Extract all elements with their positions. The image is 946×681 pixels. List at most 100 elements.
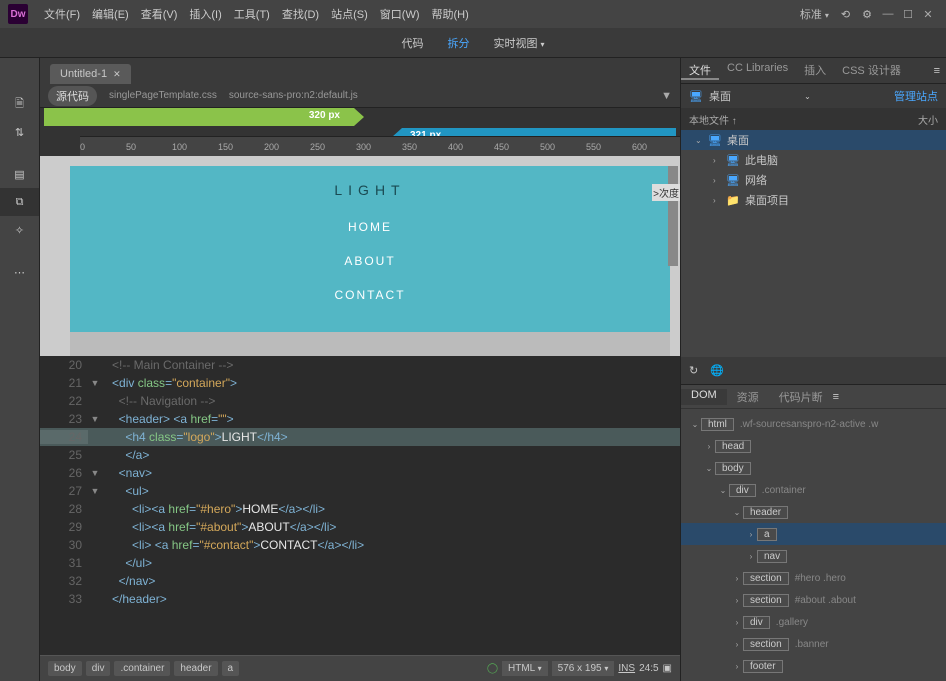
insert-mode[interactable]: INS [618, 663, 635, 674]
window-close-button[interactable]: ✕ [918, 8, 938, 21]
dom-row[interactable]: ›section#about .about [681, 589, 946, 611]
view-split-button[interactable]: 拆分 [435, 35, 481, 51]
window-minimize-button[interactable]: — [878, 8, 898, 20]
breadcrumb-item[interactable]: div [86, 661, 111, 676]
preview-nav-link: CONTACT [70, 278, 670, 312]
dom-row[interactable]: +›a [681, 523, 946, 545]
tool-inspect-icon[interactable]: ✧ [0, 216, 39, 244]
breadcrumb-item[interactable]: header [174, 661, 217, 676]
menu-item[interactable]: 编辑(E) [86, 9, 135, 21]
tool-manage-icon[interactable]: ⇅ [0, 118, 39, 146]
view-live-button[interactable]: 实时视图 ▾ [481, 35, 556, 51]
tool-expand-icon[interactable]: ▤ [0, 160, 39, 188]
dom-row[interactable]: ›section#hero .hero [681, 567, 946, 589]
dom-row[interactable]: ›div.gallery [681, 611, 946, 633]
menu-item[interactable]: 窗口(W) [374, 9, 426, 21]
code-line[interactable]: 25 </a> [40, 446, 680, 464]
dom-tab[interactable]: DOM [681, 389, 727, 405]
related-file[interactable]: singlePageTemplate.css [109, 90, 217, 101]
code-line[interactable]: 32 </nav> [40, 572, 680, 590]
media-query-segment-left[interactable]: 320 px [44, 108, 354, 126]
dom-row[interactable]: ⌄body [681, 457, 946, 479]
dom-panel-tabs: DOM资源代码片断 ≡ [681, 385, 946, 409]
tree-row[interactable]: ›📁桌面项目 [681, 190, 946, 210]
panel-menu-icon[interactable]: ≡ [833, 391, 839, 403]
panel-tab[interactable]: CC Libraries [719, 62, 796, 80]
viewbar: 代码 拆分 实时视图 ▾ [0, 28, 946, 58]
preview-scrollbar[interactable] [668, 166, 678, 266]
left-toolbar: 🗎 ⇅ ▤ ⧉ ✧ ⋯ [0, 58, 40, 681]
preview-icon[interactable]: ▣ [663, 663, 672, 674]
related-file[interactable]: source-sans-pro:n2:default.js [229, 90, 358, 101]
code-line[interactable]: 24 <h4 class="logo">LIGHT</h4> [40, 428, 680, 446]
dom-tab[interactable]: 代码片断 [769, 389, 833, 405]
code-line[interactable]: 21▼ <div class="container"> [40, 374, 680, 392]
files-panel-tabs: 文件CC Libraries插入CSS 设计器 ≡ [681, 58, 946, 84]
dom-row[interactable]: ⌄header [681, 501, 946, 523]
refresh-icon[interactable]: ↻ [689, 364, 698, 377]
menu-item[interactable]: 插入(I) [183, 9, 227, 21]
code-line[interactable]: 29 <li><a href="#about">ABOUT</a></li> [40, 518, 680, 536]
tab-label: Untitled-1 [60, 68, 107, 80]
code-line[interactable]: 27▼ <ul> [40, 482, 680, 500]
code-line[interactable]: 31 </ul> [40, 554, 680, 572]
code-line[interactable]: 28 <li><a href="#hero">HOME</a></li> [40, 500, 680, 518]
dom-row[interactable]: ›nav [681, 545, 946, 567]
menu-item[interactable]: 文件(F) [38, 9, 86, 21]
dom-row[interactable]: ›section.banner [681, 633, 946, 655]
code-line[interactable]: 22 <!-- Navigation --> [40, 392, 680, 410]
tool-file-icon[interactable]: 🗎 [0, 90, 39, 118]
workspace-selector[interactable]: 标准▾ [794, 6, 835, 22]
source-code-button[interactable]: 源代码 [48, 86, 97, 106]
tool-live-icon[interactable]: ⧉ [0, 188, 39, 216]
ruler-scale: 050100150200250300350400450500550600 [80, 136, 680, 156]
manage-sites-link[interactable]: 管理站点 [894, 88, 938, 104]
tree-row[interactable]: ›🖥网络 [681, 170, 946, 190]
breadcrumb-item[interactable]: body [48, 661, 82, 676]
tool-more-icon[interactable]: ⋯ [0, 258, 39, 286]
files-tree[interactable]: ⌄🖥桌面›🖥此电脑›🖥网络›📁桌面项目 [681, 130, 946, 210]
filter-icon[interactable]: ▼ [661, 90, 672, 102]
tree-row[interactable]: ⌄🖥桌面 [681, 130, 946, 150]
breadcrumb-item[interactable]: a [222, 661, 240, 676]
menu-item[interactable]: 查找(D) [276, 9, 325, 21]
window-maximize-button[interactable]: ☐ [898, 8, 918, 21]
panel-tab[interactable]: CSS 设计器 [834, 62, 909, 80]
dom-tab[interactable]: 资源 [727, 389, 769, 405]
related-files-bar: 源代码 singlePageTemplate.css source-sans-p… [40, 84, 680, 108]
panel-tab[interactable]: 插入 [796, 62, 834, 80]
close-icon[interactable]: ✕ [113, 69, 121, 80]
code-line[interactable]: 20 <!-- Main Container --> [40, 356, 680, 374]
preview-nav-link: HOME [70, 210, 670, 244]
viewport-size-selector[interactable]: 576 x 195 ▾ [552, 661, 615, 676]
dom-tree[interactable]: ⌄html.wf-sourcesanspro-n2-active .w›head… [681, 409, 946, 681]
desktop-icon: 🖥 [689, 90, 703, 103]
panel-menu-icon[interactable]: ≡ [928, 65, 946, 77]
code-editor[interactable]: 20 <!-- Main Container -->21▼ <div class… [40, 356, 680, 655]
code-line[interactable]: 23▼ <header> <a href=""> [40, 410, 680, 428]
menubar: Dw 文件(F)编辑(E)查看(V)插入(I)工具(T)查找(D)站点(S)窗口… [0, 0, 946, 28]
doctype-selector[interactable]: HTML ▾ [502, 661, 548, 676]
view-code-button[interactable]: 代码 [389, 35, 435, 51]
menu-item[interactable]: 帮助(H) [426, 9, 475, 21]
dom-row[interactable]: ⌄div.container [681, 479, 946, 501]
location-name[interactable]: 桌面 [709, 88, 731, 104]
document-tab[interactable]: Untitled-1 ✕ [50, 64, 131, 84]
menu-item[interactable]: 站点(S) [325, 9, 374, 21]
live-preview[interactable]: LIGHT HOME ABOUT CONTACT >次度 [40, 156, 680, 356]
globe-icon[interactable]: 🌐 [710, 364, 724, 377]
code-line[interactable]: 30 <li> <a href="#contact">CONTACT</a></… [40, 536, 680, 554]
menu-item[interactable]: 查看(V) [135, 9, 184, 21]
code-line[interactable]: 26▼ <nav> [40, 464, 680, 482]
dom-row[interactable]: ›head [681, 435, 946, 457]
preview-logo: LIGHT [70, 166, 670, 210]
breadcrumb-item[interactable]: .container [114, 661, 170, 676]
tree-row[interactable]: ›🖥此电脑 [681, 150, 946, 170]
panel-tab[interactable]: 文件 [681, 62, 719, 80]
code-line[interactable]: 33 </header> [40, 590, 680, 608]
sync-icon[interactable]: ⟲ [835, 8, 856, 21]
settings-gear-icon[interactable]: ⚙ [856, 8, 878, 21]
menu-item[interactable]: 工具(T) [228, 9, 276, 21]
dom-row[interactable]: ›footer [681, 655, 946, 677]
dom-row[interactable]: ⌄html.wf-sourcesanspro-n2-active .w [681, 413, 946, 435]
